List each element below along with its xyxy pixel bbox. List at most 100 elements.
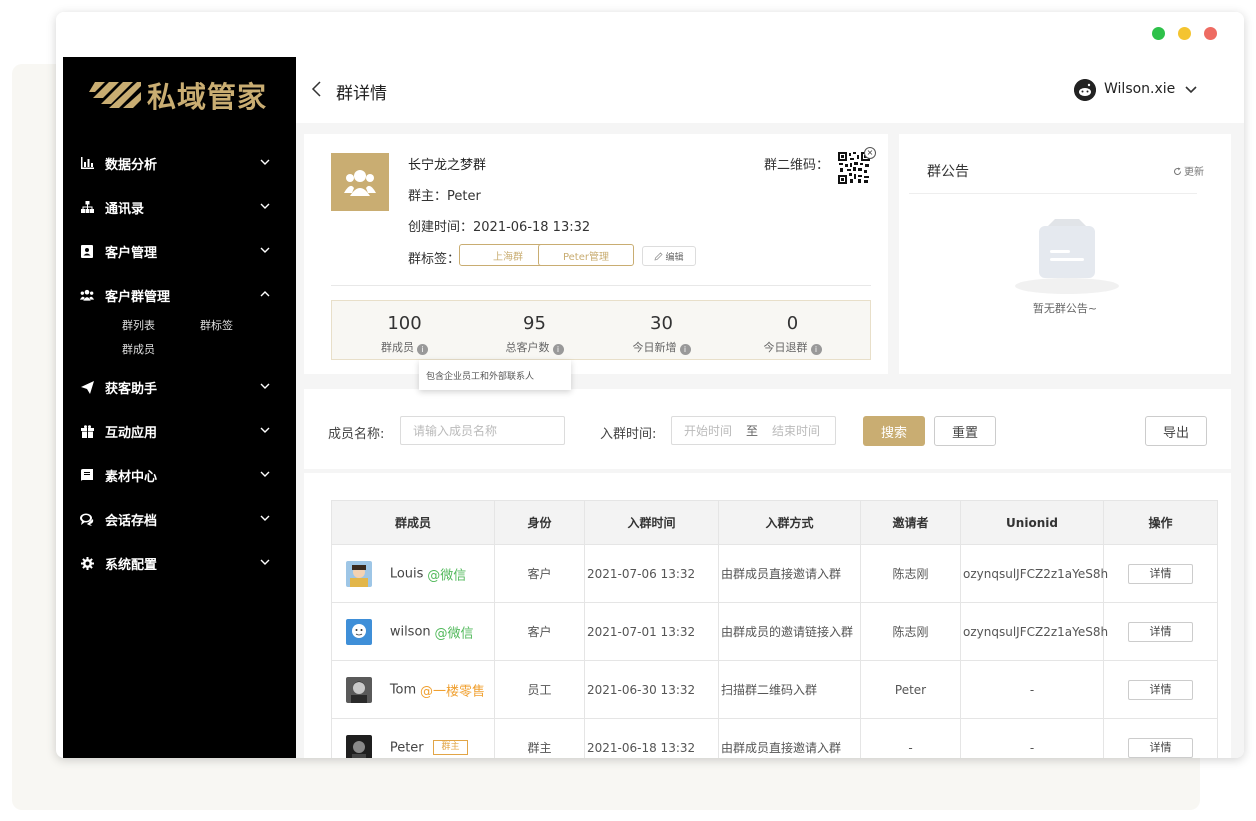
- member-name-input[interactable]: 请输入成员名称: [400, 416, 565, 445]
- join-time-cell: 2021-06-30 13:32: [584, 660, 719, 719]
- inviter-cell: Peter: [860, 660, 961, 719]
- filter-bar: 成员名称: 请输入成员名称 入群时间: 开始时间 至 结束时间 搜索 重置 导出: [304, 389, 1231, 469]
- sidebar-item-label: 获客助手: [105, 381, 158, 397]
- chevron-down-icon[interactable]: [1185, 85, 1197, 95]
- member-cell: Tom @一楼零售: [331, 660, 495, 719]
- join-method-cell: 由群成员的邀请链接入群: [718, 602, 861, 661]
- chevron-down-icon: [260, 515, 270, 521]
- stat-label-text: 群成员: [381, 341, 414, 354]
- window-maximize-button[interactable]: [1152, 27, 1165, 40]
- qr-close-icon[interactable]: ×: [864, 147, 876, 159]
- sidebar-item-label: 互动应用: [105, 425, 158, 441]
- unionid-cell: ozynqsulJFCZ2z1aYeS8h: [960, 544, 1108, 603]
- table-row: Louis @微信 客户 2021-07-06 13:32 由群成员直接邀请入群…: [331, 544, 1218, 603]
- info-icon[interactable]: i: [679, 344, 691, 355]
- table-header-cell: 邀请者: [860, 500, 961, 545]
- reset-button[interactable]: 重置: [934, 416, 996, 446]
- members-table-area: 群成员 身份 入群时间 入群方式 邀请者 Unionid 操作 Louis @微…: [304, 473, 1231, 758]
- members-tooltip: 包含企业员工和外部联系人: [419, 360, 571, 390]
- empty-notice-text: 暂无群公告~: [1032, 302, 1098, 315]
- sidebar-item-customer-management[interactable]: 客户管理: [63, 229, 296, 273]
- stat-label: 今日退群 i: [725, 339, 860, 355]
- export-button[interactable]: 导出: [1145, 416, 1207, 446]
- edit-tags-button[interactable]: 编辑: [642, 246, 696, 266]
- user-avatar-icon[interactable]: [1074, 79, 1096, 101]
- sidebar-item-acquisition-assistant[interactable]: 获客助手: [63, 365, 296, 409]
- group-tags-label: 群标签：: [408, 252, 461, 267]
- member-avatar: [346, 560, 372, 587]
- group-users-icon: [344, 170, 376, 196]
- action-cell: 详情: [1103, 602, 1218, 661]
- join-method-cell: 扫描群二维码入群: [718, 660, 861, 719]
- pencil-icon: [654, 251, 664, 261]
- sidebar-item-group-management[interactable]: 客户群管理: [63, 273, 296, 317]
- date-range-picker[interactable]: 开始时间 至 结束时间: [671, 416, 836, 445]
- member-source-tag: @微信: [434, 626, 474, 641]
- notice-refresh-button[interactable]: 更新: [1173, 163, 1204, 178]
- detail-button[interactable]: 详情: [1128, 679, 1193, 700]
- info-icon[interactable]: i: [552, 344, 564, 355]
- page-title: 群详情: [336, 84, 387, 104]
- book-icon: [80, 468, 94, 482]
- chevron-down-icon: [260, 427, 270, 433]
- window-close-button[interactable]: [1204, 27, 1217, 40]
- inviter-cell: -: [860, 718, 961, 758]
- stat-label: 群成员 i: [337, 339, 472, 355]
- notice-refresh-label: 更新: [1184, 167, 1204, 178]
- qr-code-label: 群二维码：: [764, 158, 830, 173]
- detail-button[interactable]: 详情: [1128, 621, 1193, 642]
- detail-button[interactable]: 详情: [1128, 563, 1193, 584]
- role-cell: 群主: [494, 718, 585, 758]
- logo-text: 私域管家: [147, 80, 268, 114]
- member-name: wilson: [389, 624, 431, 639]
- table-header-cell: 身份: [494, 500, 585, 545]
- member-avatar: [346, 734, 372, 758]
- join-time-cell: 2021-07-01 13:32: [584, 602, 719, 661]
- subnav-item-group-tags[interactable]: 群标签: [200, 317, 233, 333]
- back-arrow-icon[interactable]: [310, 79, 324, 99]
- user-name[interactable]: Wilson.xie: [1104, 81, 1175, 97]
- stat-total-customers: 95 总客户数 i: [467, 301, 602, 361]
- search-button[interactable]: 搜索: [863, 416, 925, 446]
- member-source-tag: @微信: [427, 568, 467, 583]
- users-icon: [80, 288, 94, 302]
- group-tag: Peter管理: [538, 244, 634, 266]
- refresh-icon: [1174, 167, 1181, 175]
- contact-book-icon: [80, 244, 94, 258]
- notice-title: 群公告: [927, 164, 969, 180]
- chevron-down-icon: [260, 159, 270, 165]
- end-date-input[interactable]: 结束时间: [772, 422, 820, 439]
- table-header-cell: 入群方式: [718, 500, 861, 545]
- detail-button[interactable]: 详情: [1128, 737, 1193, 758]
- inviter-cell: 陈志刚: [860, 544, 961, 603]
- start-date-input[interactable]: 开始时间: [684, 422, 732, 439]
- info-icon[interactable]: i: [417, 344, 428, 355]
- stat-value: 30: [650, 313, 673, 334]
- stat-label: 总客户数 i: [467, 339, 602, 355]
- sidebar-item-material-center[interactable]: 素材中心: [63, 453, 296, 497]
- action-cell: 详情: [1103, 544, 1218, 603]
- inviter-cell: 陈志刚: [860, 602, 961, 661]
- sidebar-item-data-analysis[interactable]: 数据分析: [63, 141, 296, 185]
- info-icon[interactable]: i: [810, 344, 822, 355]
- subnav-item-group-list[interactable]: 群列表: [122, 317, 155, 333]
- member-name: Peter: [389, 740, 424, 755]
- member-source-tag: @一楼零售: [420, 684, 486, 699]
- sidebar-item-session-archive[interactable]: 会话存档: [63, 497, 296, 541]
- stat-today-left: 0 今日退群 i: [725, 301, 860, 361]
- subnav-item-group-members[interactable]: 群成员: [122, 341, 155, 357]
- sidebar-item-contacts[interactable]: 通讯录: [63, 185, 296, 229]
- stat-label-text: 总客户数: [505, 341, 550, 354]
- group-stats-panel: 100 群成员 i 95 总客户数 i 30 今日新增 i 0 今日退群 i: [331, 300, 871, 360]
- sidebar-item-system-config[interactable]: 系统配置: [63, 541, 296, 585]
- stat-members: 100 群成员 i: [337, 301, 472, 361]
- member-cell: Peter 群主: [331, 718, 495, 758]
- sidebar-item-interactive-apps[interactable]: 互动应用: [63, 409, 296, 453]
- stat-label: 今日新增 i: [594, 339, 729, 355]
- action-cell: 详情: [1103, 718, 1218, 758]
- sidebar-item-label: 素材中心: [105, 469, 158, 485]
- window-minimize-button[interactable]: [1178, 27, 1191, 40]
- sidebar: 私域管家 数据分析 通讯录 客户管理 客户群管理 群列表 群标签 群成员 获客助…: [63, 57, 296, 758]
- member-cell: wilson @微信: [331, 602, 495, 661]
- unionid-cell: ozynqsulJFCZ2z1aYeS8h: [960, 602, 1108, 661]
